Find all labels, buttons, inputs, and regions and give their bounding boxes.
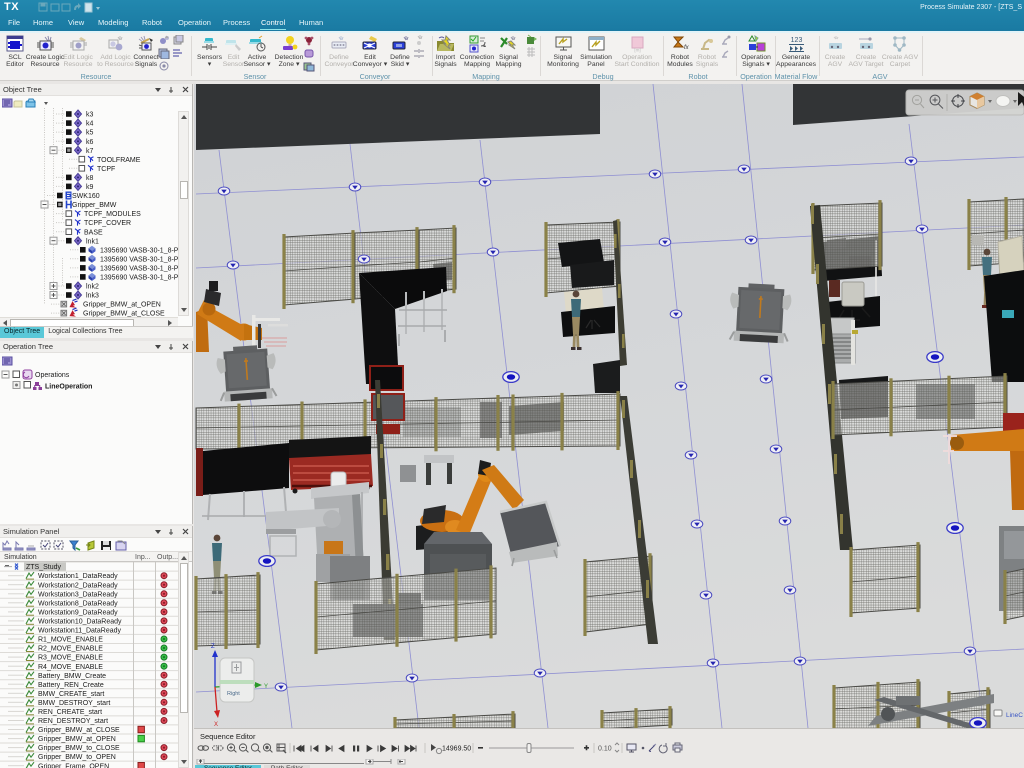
svg-text:BMW_DESTROY_start: BMW_DESTROY_start [38,700,110,707]
svg-text:TCPF: TCPF [97,166,115,173]
svg-text:k6: k6 [86,139,94,146]
svg-text:Y: Y [264,684,268,690]
svg-text:k7: k7 [86,148,94,155]
svg-text:Gripper_BMW_at_OPEN: Gripper_BMW_at_OPEN [83,302,161,309]
svg-text:REN_CREATE_start: REN_CREATE_start [38,709,102,716]
svg-text:TOOLFRAME: TOOLFRAME [97,157,141,164]
svg-text:[m]: [m] [634,48,640,53]
svg-text:TCPF_COVER: TCPF_COVER [84,220,131,227]
svg-text:Workstation8_DataReady: Workstation8_DataReady [38,600,118,607]
svg-text:Gripper_BMW: Gripper_BMW [72,202,117,209]
svg-text:Workstation3_DataReady: Workstation3_DataReady [38,591,118,598]
svg-text:ZTS_Study: ZTS_Study [26,564,62,571]
svg-text:Gripper_BMW_to_OPEN: Gripper_BMW_to_OPEN [38,754,116,761]
svg-text:14969.50: 14969.50 [442,746,471,753]
svg-text:lnk3: lnk3 [86,293,99,300]
svg-text:Gripper_BMW_to_CLOSE: Gripper_BMW_to_CLOSE [38,745,120,752]
svg-text:REN_DESTROY_start: REN_DESTROY_start [38,718,108,725]
svg-text:Workstation10_DataReady: Workstation10_DataReady [38,619,122,626]
svg-text:Gripper_BMW_at_OPEN: Gripper_BMW_at_OPEN [38,736,116,743]
svg-text:123: 123 [790,37,802,44]
svg-text:1395690 VASB-30-1_8-PUR-: 1395690 VASB-30-1_8-PUR- [100,275,178,282]
svg-text:1395690 VASB-30-1_8-PUR-: 1395690 VASB-30-1_8-PUR- [100,256,178,263]
svg-text:R2_MOVE_ENABLE: R2_MOVE_ENABLE [38,646,103,653]
svg-text:BMW_CREATE_start: BMW_CREATE_start [38,691,104,698]
svg-text:k9: k9 [86,184,94,191]
svg-text:Workstation1_DataReady: Workstation1_DataReady [38,573,118,580]
svg-text:Battery_BMW_Create: Battery_BMW_Create [38,673,106,680]
svg-text:Z: Z [211,644,215,650]
svg-text:Gripper_Frame_OPEN: Gripper_Frame_OPEN [38,763,109,768]
svg-text:R3_MOVE_ENABLE: R3_MOVE_ENABLE [38,655,103,662]
svg-text:1395690 VASB-30-1_8-PUR-: 1395690 VASB-30-1_8-PUR- [100,266,178,273]
svg-text:fx: fx [684,45,690,51]
svg-text:Gripper_BMW_at_CLOSE: Gripper_BMW_at_CLOSE [38,727,120,734]
svg-text:0.10: 0.10 [598,746,612,753]
svg-text:k4: k4 [86,121,94,128]
svg-text:LineC: LineC [1006,712,1023,719]
svg-text:R1_MOVE_ENABLE: R1_MOVE_ENABLE [38,637,103,644]
svg-text:BASE: BASE [84,229,103,236]
svg-text:SWK160: SWK160 [72,193,100,200]
svg-text:R4_MOVE_ENABLE: R4_MOVE_ENABLE [38,664,103,671]
svg-text:k5: k5 [86,130,94,137]
svg-text:Operations: Operations [35,372,70,379]
svg-text:k8: k8 [86,175,94,182]
svg-text:Right: Right [227,691,240,697]
svg-text:lnk1: lnk1 [86,238,99,245]
svg-text:Battery_REN_Create: Battery_REN_Create [38,682,104,689]
svg-text:k3: k3 [86,112,94,119]
svg-text:TCPF_MODULES: TCPF_MODULES [84,211,141,218]
svg-text:Workstation2_DataReady: Workstation2_DataReady [38,582,118,589]
svg-text:1395690 VASB-30-1_8-PUR-: 1395690 VASB-30-1_8-PUR- [100,247,178,254]
svg-text:LineOperation: LineOperation [45,384,92,391]
svg-text:Workstation9_DataReady: Workstation9_DataReady [38,610,118,617]
svg-text:lnk2: lnk2 [86,284,99,291]
svg-text:Workstation11_DataReady: Workstation11_DataReady [38,628,122,635]
